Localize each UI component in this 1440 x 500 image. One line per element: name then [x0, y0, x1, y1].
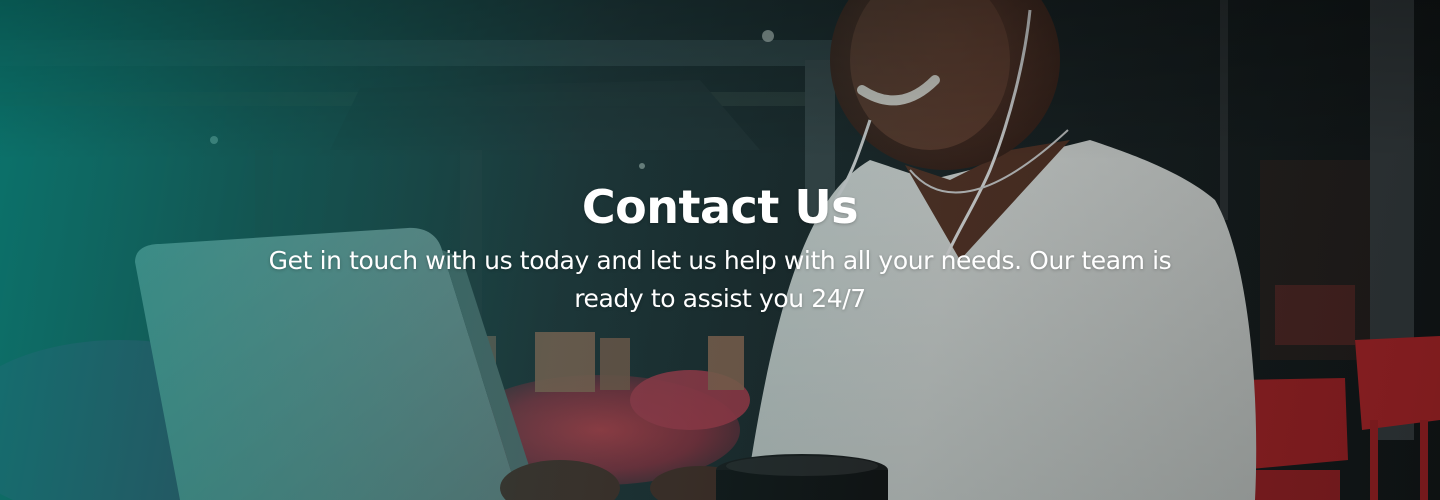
top-shade-overlay — [0, 0, 1440, 160]
page-title: Contact Us — [581, 180, 859, 234]
contact-hero-banner: Contact Us Get in touch with us today an… — [0, 0, 1440, 500]
page-subtitle: Get in touch with us today and let us he… — [268, 246, 1172, 313]
hero-content: Contact Us Get in touch with us today an… — [0, 176, 1440, 318]
